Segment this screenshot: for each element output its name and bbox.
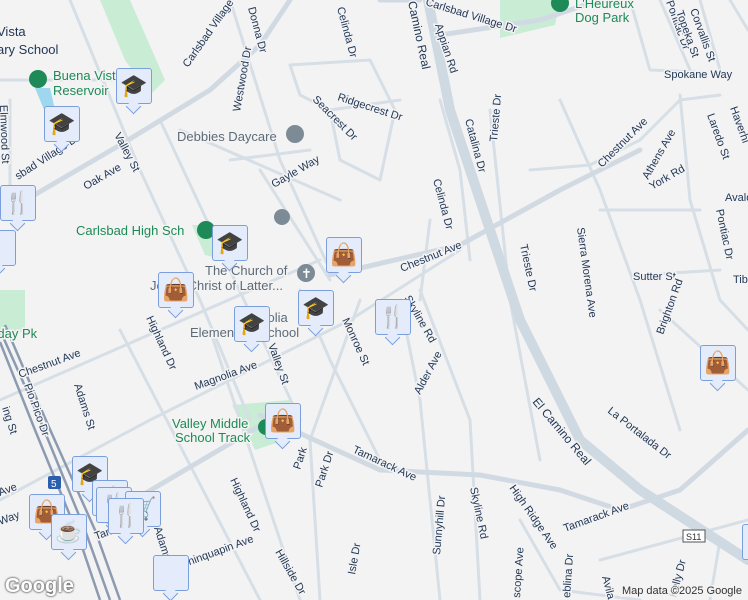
street-label: Chestnut Ave	[596, 116, 651, 171]
map-attribution[interactable]: Map data ©2025 Google	[619, 585, 744, 597]
restaurant-marker[interactable]: 🍴	[0, 185, 36, 221]
map-canvas[interactable]: Vista ary School Carlsbad Village Dr sba…	[0, 0, 748, 600]
school-marker[interactable]: 🎓	[298, 290, 334, 326]
street-label: Alder Ave	[412, 349, 445, 396]
poi-label-daycare[interactable]: Debbies Daycare	[176, 128, 279, 146]
street-label: Avalo	[725, 192, 748, 204]
place-marker[interactable]	[153, 555, 189, 591]
street-label: Park Dr	[313, 449, 336, 488]
street-label: Tamarack Ave	[562, 500, 631, 535]
daycare-pin-icon	[286, 125, 304, 143]
poi-label-reservoir[interactable]: Buena Vista	[52, 67, 126, 85]
graduation-cap-icon: 🎓	[216, 230, 244, 255]
shopping-bag-icon: 👜	[269, 408, 297, 433]
shopping-marker[interactable]: 👜	[158, 272, 194, 308]
street-label: Highland Dr	[227, 476, 263, 534]
poi-label-track[interactable]: School Track	[174, 429, 253, 447]
street-label: Pontiac Dr	[713, 208, 735, 261]
street-label: Chestnut Ave	[17, 347, 82, 381]
street-label: Isle Dr	[346, 542, 363, 576]
shopping-bag-icon: 👜	[330, 242, 358, 267]
poi-label-track[interactable]: Valley Middle	[171, 415, 250, 433]
park-pin-icon	[29, 70, 47, 88]
graduation-cap-icon: 🎓	[120, 73, 148, 98]
poi-label-church[interactable]: The Church of	[204, 262, 290, 280]
street-label: Sierra Morena Ave	[574, 227, 599, 319]
street-label: Trieste Dr	[488, 93, 504, 142]
coffee-cup-icon: ☕	[55, 519, 83, 544]
google-logo: Google	[5, 575, 74, 597]
poi-label-holiday-park[interactable]: Holiday Pk	[0, 325, 39, 343]
street-label: Sunnyhill Dr	[431, 495, 448, 555]
street-label: Celinda Dr	[430, 178, 455, 232]
s11-shield-label: S11	[686, 532, 701, 542]
street-label: Carlsbad Village Dr	[181, 0, 245, 70]
fork-knife-icon: 🍴	[379, 304, 407, 329]
graduation-cap-icon: 🎓	[48, 111, 76, 136]
street-label: Tib	[733, 274, 748, 286]
shopping-marker[interactable]: 👜	[326, 237, 362, 273]
poi-label-reservoir[interactable]: Reservoir	[52, 82, 111, 100]
street-label: Celinda Dr	[334, 6, 359, 60]
street-label: La Portalada Dr	[605, 405, 673, 462]
street-label: Hillside Dr	[272, 548, 308, 598]
fork-knife-icon: 🍴	[112, 503, 140, 528]
street-label: ary School	[0, 42, 59, 57]
poi-label-dog-park[interactable]: Dog Park	[574, 9, 632, 27]
fork-knife-icon: 🍴	[4, 190, 32, 215]
street-label: Adams St	[71, 382, 97, 431]
street-label: Laredo St	[704, 112, 732, 161]
school-pin-icon	[274, 209, 290, 225]
street-label: Park	[291, 445, 310, 471]
street-label: Way	[0, 509, 22, 528]
restaurant-marker[interactable]: 🍴	[375, 299, 411, 335]
street-label: ing St	[0, 405, 19, 435]
school-marker[interactable]: 🎓	[212, 225, 248, 261]
street-label: Westwood Dr	[231, 45, 254, 112]
place-marker[interactable]	[0, 230, 16, 266]
school-marker[interactable]: 🎓	[44, 106, 80, 142]
street-label: Sutter St	[633, 271, 676, 283]
graduation-cap-icon: 🎓	[238, 311, 266, 336]
cross-icon: ✝	[301, 266, 312, 281]
street-label: Haverhi	[727, 105, 748, 145]
i5-shield-label: 5	[51, 479, 57, 490]
street-label: Valley St	[265, 342, 291, 386]
school-marker[interactable]: 🎓	[116, 68, 152, 104]
poi-label-high-school[interactable]: Carlsbad High Sch	[75, 222, 186, 240]
graduation-cap-icon: 🎓	[302, 295, 330, 320]
shopping-bag-icon: 👜	[704, 350, 732, 375]
street-label: Vista	[0, 24, 26, 39]
street-label: Chinquapin Ave	[179, 533, 255, 571]
restaurant-marker[interactable]: 🍴	[108, 498, 144, 534]
street-label: scope Ave	[511, 547, 526, 598]
shopping-marker[interactable]: 👜	[265, 403, 301, 439]
shopping-bag-icon: 👜	[162, 277, 190, 302]
cafe-marker[interactable]: ☕	[51, 514, 87, 550]
street-label: Trieste Dr	[517, 243, 539, 293]
street-label: Spokane Way	[664, 69, 733, 81]
street-label: Skyline Rd	[467, 486, 490, 540]
shopping-marker[interactable]: 👜	[700, 345, 736, 381]
street-label: Elmwood St	[0, 105, 11, 164]
school-marker[interactable]: 🎓	[234, 306, 270, 342]
place-marker[interactable]	[742, 524, 748, 560]
